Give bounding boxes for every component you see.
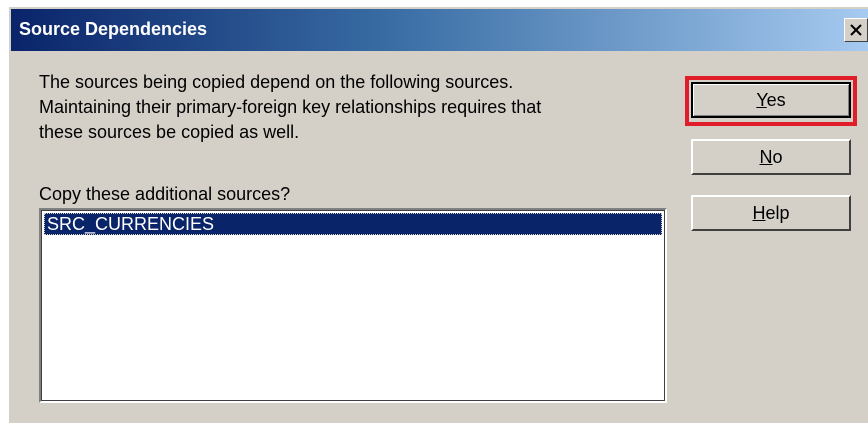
message-line-1: The sources being copied depend on the f… — [39, 72, 514, 92]
yes-button[interactable]: Yes — [691, 82, 851, 118]
help-button[interactable]: Help — [691, 195, 851, 231]
close-icon — [850, 24, 862, 36]
close-button[interactable] — [844, 18, 868, 42]
source-dependencies-dialog: Source Dependencies The sources being co… — [8, 6, 868, 423]
dependency-message: The sources being copied depend on the f… — [39, 70, 679, 145]
message-line-3: these sources be copied as well. — [39, 122, 300, 142]
dialog-title: Source Dependencies — [19, 19, 208, 39]
help-button-label: Help — [752, 202, 790, 223]
copy-prompt-label: Copy these additional sources? — [39, 184, 291, 204]
no-button[interactable]: No — [691, 139, 851, 175]
additional-sources-list[interactable]: SRC_CURRENCIES — [39, 208, 667, 403]
list-item-src-currencies[interactable]: SRC_CURRENCIES — [44, 213, 662, 235]
yes-button-label: Yes — [756, 89, 786, 110]
title-bar[interactable]: Source Dependencies — [11, 9, 868, 51]
no-button-label: No — [759, 146, 783, 167]
message-line-2: Maintaining their primary-foreign key re… — [39, 97, 542, 117]
